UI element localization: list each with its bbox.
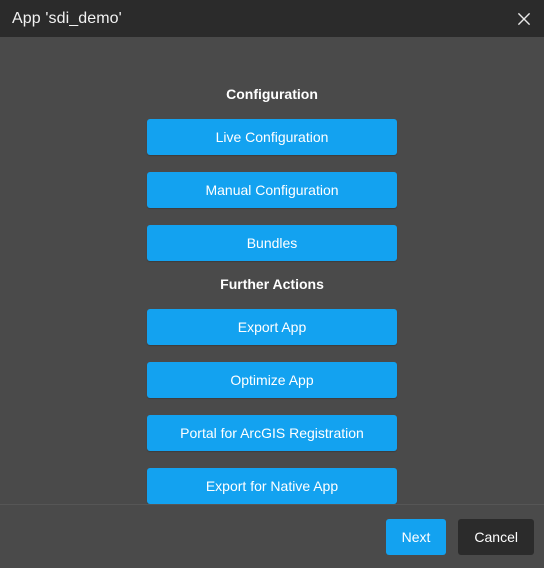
optimize-app-button[interactable]: Optimize App: [147, 362, 397, 398]
dialog-title: App 'sdi_demo': [12, 9, 122, 27]
button-row: Optimize App: [0, 362, 544, 398]
dialog-footer: Next Cancel: [0, 504, 544, 568]
button-row: Export App: [0, 309, 544, 345]
button-row: Export for Native App: [0, 468, 544, 504]
dialog-titlebar: App 'sdi_demo': [0, 0, 544, 37]
cancel-button[interactable]: Cancel: [458, 518, 534, 555]
dialog-content: Configuration Live Configuration Manual …: [0, 37, 544, 504]
button-row: Live Configuration: [0, 119, 544, 155]
button-row: Manual Configuration: [0, 172, 544, 208]
section-heading-configuration: Configuration: [226, 86, 318, 102]
app-dialog: App 'sdi_demo' Configuration Live Config…: [0, 0, 544, 568]
manual-configuration-button[interactable]: Manual Configuration: [147, 172, 397, 208]
export-app-button[interactable]: Export App: [147, 309, 397, 345]
bundles-button[interactable]: Bundles: [147, 225, 397, 261]
button-row: Portal for ArcGIS Registration: [0, 415, 544, 451]
button-row: Bundles: [0, 225, 544, 261]
section-heading-further-actions: Further Actions: [220, 276, 324, 292]
portal-for-arcgis-registration-button[interactable]: Portal for ArcGIS Registration: [147, 415, 397, 451]
export-for-native-app-button[interactable]: Export for Native App: [147, 468, 397, 504]
live-configuration-button[interactable]: Live Configuration: [147, 119, 397, 155]
close-icon[interactable]: [504, 0, 544, 37]
next-button[interactable]: Next: [385, 518, 447, 555]
